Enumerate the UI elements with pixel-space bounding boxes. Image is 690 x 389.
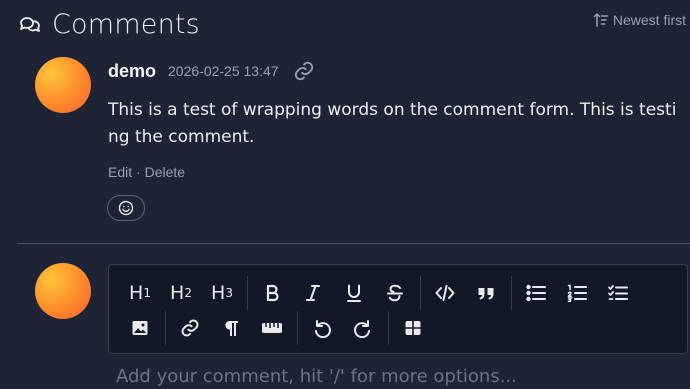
underline-button[interactable] bbox=[338, 277, 370, 309]
ruler-button[interactable] bbox=[256, 312, 288, 344]
heading-2-button[interactable]: H2 bbox=[165, 277, 197, 309]
undo-button[interactable] bbox=[306, 312, 338, 344]
toolbar-divider bbox=[511, 276, 512, 310]
numbered-list-button[interactable] bbox=[561, 277, 593, 309]
divider bbox=[17, 243, 690, 244]
comment-body: This is a test of wrapping words on the … bbox=[108, 100, 677, 147]
action-separator: · bbox=[136, 164, 141, 180]
avatar bbox=[35, 57, 91, 113]
toolbar-divider bbox=[297, 311, 298, 345]
sort-label: Newest first bbox=[612, 12, 686, 28]
bullet-list-icon bbox=[526, 284, 546, 302]
comment-actions: Edit · Delete bbox=[108, 164, 185, 180]
code-button[interactable] bbox=[429, 277, 461, 309]
image-icon bbox=[132, 321, 148, 335]
toolbar-row: H1 H2 H3 bbox=[124, 275, 643, 311]
avatar bbox=[35, 263, 91, 319]
italic-icon bbox=[306, 285, 320, 301]
add-reaction-button[interactable] bbox=[107, 195, 145, 221]
comment-author[interactable]: demo bbox=[108, 61, 156, 82]
toolbar-divider bbox=[165, 311, 166, 345]
comment-editor[interactable]: H1 H2 H3 bbox=[108, 264, 688, 354]
table-icon bbox=[405, 321, 421, 335]
delete-link[interactable]: Delete bbox=[145, 164, 185, 180]
sort-icon bbox=[593, 12, 609, 27]
task-list-button[interactable] bbox=[602, 277, 634, 309]
task-list-icon bbox=[608, 285, 628, 300]
ruler-icon bbox=[262, 323, 282, 333]
paragraph-icon bbox=[225, 321, 238, 336]
bold-button[interactable] bbox=[256, 277, 288, 309]
page-title: Comments bbox=[52, 8, 200, 40]
edit-link[interactable]: Edit bbox=[108, 164, 132, 180]
strikethrough-button[interactable] bbox=[379, 277, 411, 309]
quote-button[interactable] bbox=[470, 277, 502, 309]
comment-input-placeholder[interactable]: Add your comment, hit '/' for more optio… bbox=[116, 366, 517, 387]
toolbar-row bbox=[124, 310, 438, 346]
strikethrough-icon bbox=[387, 284, 403, 302]
code-icon bbox=[435, 285, 455, 301]
smiley-icon bbox=[118, 200, 134, 216]
toolbar-divider bbox=[420, 276, 421, 310]
sort-toggle[interactable]: Newest first bbox=[593, 12, 686, 28]
table-button[interactable] bbox=[397, 312, 429, 344]
comment-date: 2026-02-25 13:47 bbox=[168, 63, 279, 79]
bold-icon bbox=[266, 284, 279, 302]
comment-header: demo 2026-02-25 13:47 bbox=[108, 60, 315, 82]
redo-button[interactable] bbox=[347, 312, 379, 344]
image-button[interactable] bbox=[124, 312, 156, 344]
redo-icon bbox=[354, 320, 370, 338]
underline-icon bbox=[347, 284, 361, 302]
link-icon[interactable] bbox=[293, 60, 315, 82]
link-button[interactable] bbox=[174, 312, 206, 344]
undo-icon bbox=[315, 320, 331, 338]
link-icon bbox=[181, 319, 199, 337]
comments-icon bbox=[20, 17, 40, 32]
toolbar-divider bbox=[247, 276, 248, 310]
quote-icon bbox=[478, 288, 494, 300]
comments-header: Comments bbox=[18, 6, 690, 42]
paragraph-button[interactable] bbox=[215, 312, 247, 344]
bullet-list-button[interactable] bbox=[520, 277, 552, 309]
numbered-list-icon bbox=[567, 284, 587, 302]
heading-1-button[interactable]: H1 bbox=[124, 277, 156, 309]
toolbar-divider bbox=[388, 311, 389, 345]
italic-button[interactable] bbox=[297, 277, 329, 309]
heading-3-button[interactable]: H3 bbox=[206, 277, 238, 309]
